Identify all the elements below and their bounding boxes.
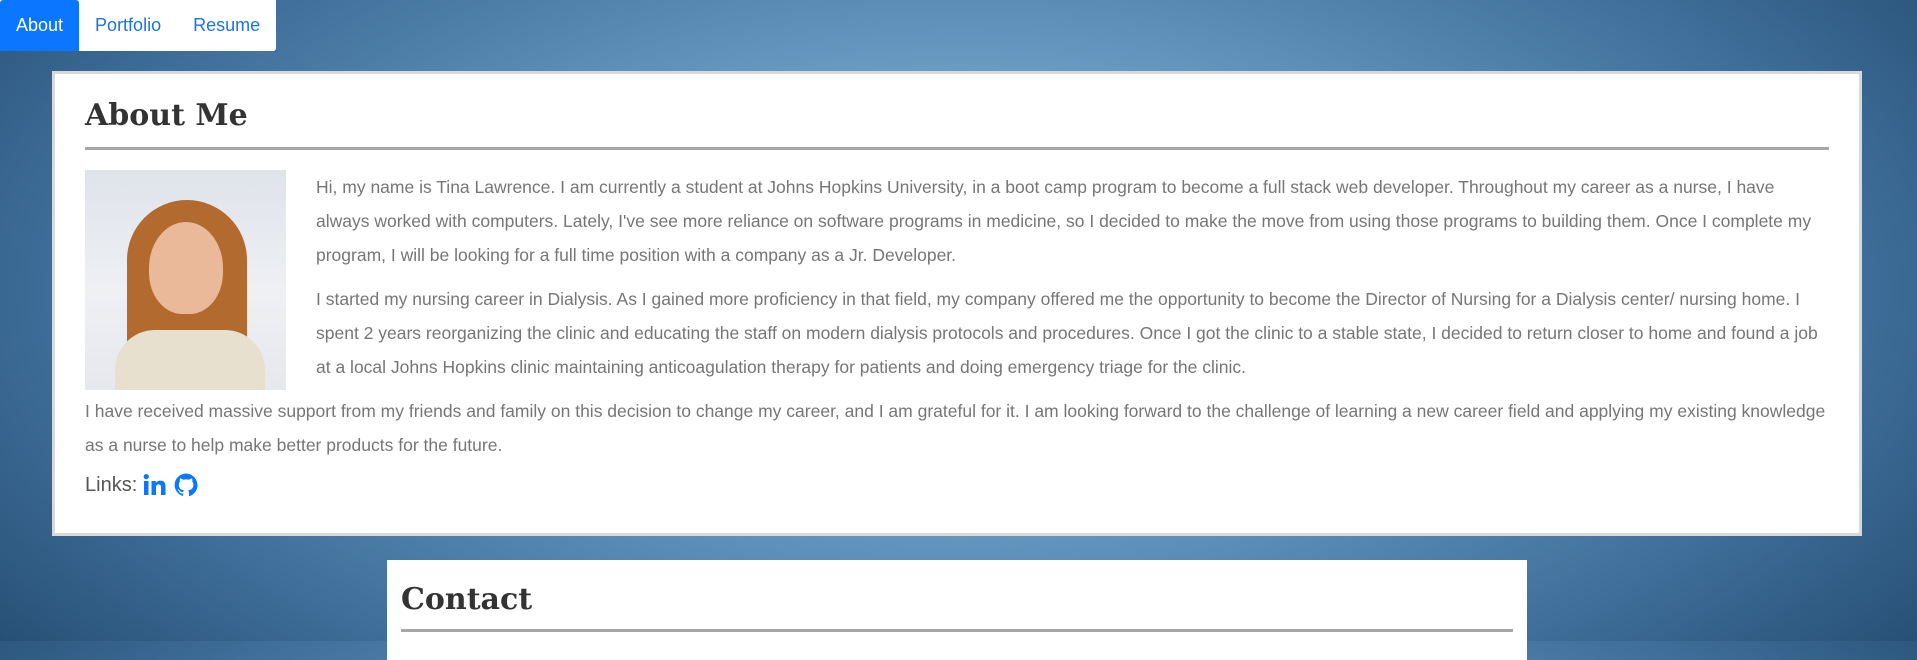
- about-paragraph-3: I have received massive support from my …: [85, 401, 1826, 455]
- top-nav-tabs: About Portfolio Resume: [0, 0, 277, 51]
- tab-resume[interactable]: Resume: [177, 0, 276, 51]
- profile-photo: [85, 170, 286, 390]
- contact-divider: [401, 629, 1513, 632]
- tab-portfolio[interactable]: Portfolio: [79, 0, 177, 51]
- tab-about[interactable]: About: [0, 0, 80, 51]
- about-paragraph-1: Hi, my name is Tina Lawrence. I am curre…: [316, 177, 1812, 265]
- title-divider: [85, 147, 1829, 150]
- contact-card: Contact: [387, 560, 1527, 660]
- about-card: About Me Hi, my name is Tina Lawrence. I…: [52, 71, 1862, 536]
- about-paragraph-2: I started my nursing career in Dialysis.…: [316, 289, 1818, 377]
- github-icon[interactable]: [173, 472, 199, 498]
- linkedin-icon[interactable]: [143, 473, 167, 497]
- links-label: Links:: [85, 473, 138, 496]
- about-title: About Me: [85, 98, 248, 133]
- links-row: Links:: [85, 472, 1829, 498]
- contact-title: Contact: [401, 582, 533, 617]
